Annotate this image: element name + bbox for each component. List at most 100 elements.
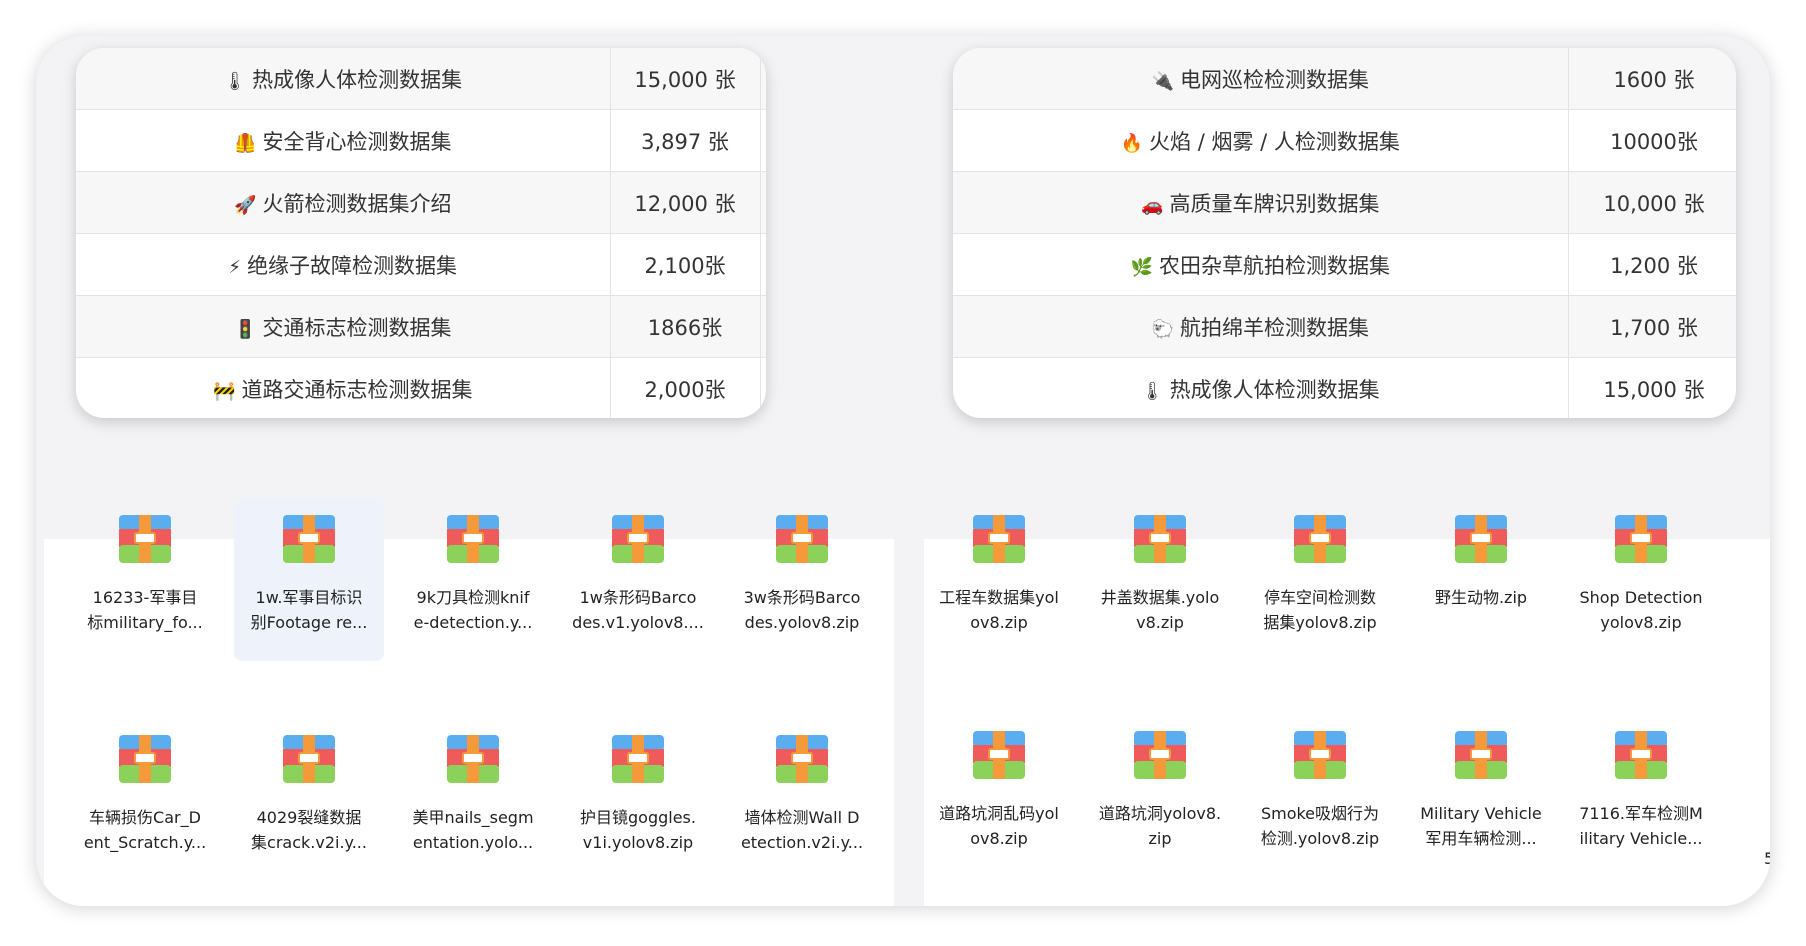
archive-file-item[interactable]: 野生动物.zip [1406,499,1556,661]
file-name-line-2: ov8.zip [970,613,1028,632]
dataset-count-cell: 15,000 张 [1568,357,1736,418]
zip-archive-icon [610,731,666,787]
left-file-browser: 16233-军事目 标military_fo... 1w.军事目标识 别Footage… [44,499,894,906]
file-name: 16233-军事目 标military_fo... [70,585,220,635]
table-row: 🐑 航拍绵羊检测数据集 1,700 张 [953,295,1736,358]
file-name-line-2: 检测.yolov8.zip [1260,829,1380,848]
archive-file-item[interactable]: 道路坑洞乱码yol ov8.zip [924,715,1074,877]
dataset-name-cell: 🦺 安全背心检测数据集 [76,109,611,172]
archive-file-item[interactable]: 16233-军事目 标military_fo... [70,499,220,661]
table-row: 🔌 电网巡检检测数据集 1600 张 [953,48,1736,110]
file-name-line-1: 道路坑洞yolov8. [1098,804,1222,823]
file-name-line-2: 集crack.v2i.y... [251,833,367,852]
dataset-name: 高质量车牌识别数据集 [1169,191,1380,216]
archive-file-item[interactable]: 墙体检测Wall D etection.v2i.y... [727,719,877,881]
file-name: 墙体检测Wall D etection.v2i.y... [727,805,877,855]
plug-icon: 🔌 [1151,70,1174,92]
archive-file-item[interactable]: 3w条形码Barco des.yolov8.zip [727,499,877,661]
dataset-name: 安全背心检测数据集 [262,129,452,154]
dataset-count-cell: 1866张 [610,295,761,358]
zip-archive-icon [971,511,1027,567]
file-name: 护目镜goggles. v1i.yolov8.zip [563,805,713,855]
file-name-line-2: ov8.zip [970,829,1028,848]
dataset-count-cell: 2,000张 [610,357,761,418]
file-name-line-1: 7116.军车检测M [1579,804,1703,823]
archive-file-item[interactable]: 道路坑洞yolov8. zip [1085,715,1235,877]
file-name-line-1: 车辆损伤Car_D [89,808,201,827]
file-name: 道路坑洞yolov8. zip [1085,801,1235,851]
dataset-name: 交通标志检测数据集 [262,315,452,340]
zip-archive-icon [1613,511,1669,567]
file-name-line-1: 美甲nails_segm [412,808,534,827]
file-name-line-2: etection.v2i.y... [740,833,864,852]
file-name: 井盖数据集.yolo v8.zip [1085,585,1235,635]
file-name: 1w.军事目标识 别Footage re... [234,585,384,635]
thermometer-icon: 🌡 [1140,380,1164,402]
thermometer-icon: 🌡 [223,70,247,92]
file-name: 4029裂缝数据 集crack.v2i.y... [234,805,384,855]
zip-archive-icon [610,511,666,567]
fire-icon: 🔥 [1120,132,1144,154]
zip-archive-icon [117,731,173,787]
dataset-name: 航拍绵羊检测数据集 [1179,315,1369,340]
archive-file-item[interactable]: Shop Detection yolov8.zip [1566,499,1716,661]
file-name-line-1: Smoke吸烟行为 [1260,804,1380,823]
file-name-line-1: Military Vehicle [1420,804,1542,823]
file-name-line-2: ent_Scratch.y... [83,833,207,852]
archive-file-item[interactable]: 7116.军车检测M ilitary Vehicle... [1566,715,1716,877]
empty-cell [760,357,766,418]
file-name-line-2: yolov8.zip [1600,613,1682,632]
zip-archive-icon [1292,727,1348,783]
file-name: 野生动物.zip [1406,585,1556,610]
rocket-icon: 🚀 [234,194,257,216]
file-name-line-2: e-detection.y... [413,613,533,632]
archive-file-item[interactable]: 1w.军事目标识 别Footage re... [234,499,384,661]
dataset-name: 火箭检测数据集介绍 [262,191,452,216]
archive-file-item[interactable]: 车辆损伤Car_D ent_Scratch.y... [70,719,220,881]
table-row: 🚗 高质量车牌识别数据集 10,000 张 [953,171,1736,234]
dataset-count-cell: 1,200 张 [1568,233,1736,296]
archive-file-item[interactable]: 4029裂缝数据 集crack.v2i.y... [234,719,384,881]
file-name-line-1: 道路坑洞乱码yol [939,804,1059,823]
file-name: Military Vehicle 军用车辆检测... [1406,801,1556,851]
dataset-name: 农田杂草航拍检测数据集 [1158,253,1390,278]
right-dataset-table: 🔌 电网巡检检测数据集 1600 张 🔥 火焰 / 烟雾 / 人检测数据集 10000张 🚗… [953,48,1736,418]
zip-archive-icon [1132,511,1188,567]
dataset-name-cell: 🔥 火焰 / 烟雾 / 人检测数据集 [953,109,1569,172]
dataset-count-cell: 15,000 张 [610,48,761,110]
archive-file-item[interactable]: 停车空间检测数 据集yolov8.zip [1245,499,1395,661]
file-name-line-1: 16233-军事目 [92,588,198,607]
archive-file-item[interactable]: 美甲nails_segm entation.yolo... [398,719,548,881]
file-name-line-1: 野生动物.zip [1434,588,1528,607]
right-dataset-table-card: 🔌 电网巡检检测数据集 1600 张 🔥 火焰 / 烟雾 / 人检测数据集 10000张 🚗… [953,48,1736,418]
dataset-name-cell: 🐑 航拍绵羊检测数据集 [953,295,1569,358]
dataset-count-cell: 10000张 [1568,109,1736,172]
dataset-count-cell: 12,000 张 [610,171,761,234]
file-name: Shop Detection yolov8.zip [1566,585,1716,635]
file-name-line-2: ilitary Vehicle... [1579,829,1703,848]
dataset-name-cell: ⚡ 绝缘子故障检测数据集 [76,233,611,296]
archive-file-item[interactable]: Smoke吸烟行为 检测.yolov8.zip [1245,715,1395,877]
file-name-line-2: v8.zip [1136,613,1184,632]
archive-file-item[interactable]: 井盖数据集.yolo v8.zip [1085,499,1235,661]
dataset-name: 热成像人体检测数据集 [252,67,463,92]
file-name-line-1: 4029裂缝数据 [256,808,362,827]
dataset-count-cell: 2,100张 [610,233,761,296]
dataset-name: 电网巡检检测数据集 [1179,67,1369,92]
archive-file-item[interactable]: 工程车数据集yol ov8.zip [924,499,1074,661]
file-name-line-1: 3w条形码Barco [743,588,861,607]
zip-archive-icon [1132,727,1188,783]
zip-archive-icon [971,727,1027,783]
partial-file-label: 5 [1764,849,1770,868]
dataset-name-cell: 🌡 热成像人体检测数据集 [76,48,611,110]
file-name-line-2: v1i.yolov8.zip [582,833,694,852]
dataset-name-cell: 🌿 农田杂草航拍检测数据集 [953,233,1569,296]
herb-icon: 🌿 [1130,256,1153,278]
archive-file-item[interactable]: 9k刀具检测knif e-detection.y... [398,499,548,661]
archive-file-item[interactable]: Military Vehicle 军用车辆检测... [1406,715,1556,877]
archive-file-item[interactable]: 1w条形码Barco des.v1.yolov8.... [563,499,713,661]
zip-archive-icon [1453,511,1509,567]
file-name: 1w条形码Barco des.v1.yolov8.... [563,585,713,635]
archive-file-item[interactable]: 护目镜goggles. v1i.yolov8.zip [563,719,713,881]
file-name-line-2: 标military_fo... [87,613,203,632]
